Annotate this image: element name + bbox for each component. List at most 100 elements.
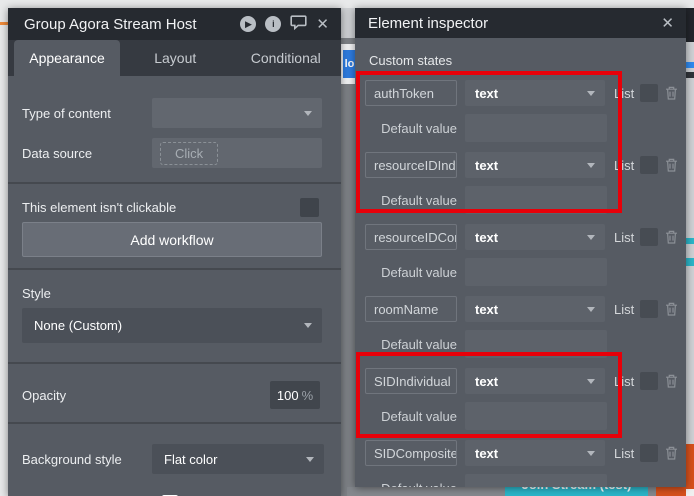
chevron-down-icon bbox=[587, 163, 595, 168]
element-inspector-panel: Element inspector ✕ Custom states authTo… bbox=[355, 8, 686, 487]
data-source-click-button[interactable]: Click bbox=[160, 142, 218, 165]
canvas-edge-cyan-mark bbox=[686, 238, 694, 244]
canvas-edge bbox=[686, 42, 694, 496]
opacity-unit: % bbox=[302, 388, 314, 403]
custom-state-row: SIDComposite text List bbox=[365, 440, 686, 466]
opacity-row: Opacity 100 % bbox=[8, 380, 341, 410]
default-value-input[interactable] bbox=[465, 258, 607, 286]
state-name-input[interactable]: authToken bbox=[365, 80, 457, 106]
type-of-content-row: Type of content bbox=[8, 98, 341, 128]
comment-icon[interactable] bbox=[290, 15, 307, 34]
default-value-row: Default value bbox=[365, 186, 686, 214]
trash-icon[interactable] bbox=[664, 445, 679, 461]
state-name-input[interactable]: resourceIDComp bbox=[365, 224, 457, 250]
custom-state-group: roomName text List Default value bbox=[355, 296, 686, 358]
background-style-row: Background style Flat color bbox=[8, 444, 341, 474]
opacity-label: Opacity bbox=[8, 388, 66, 403]
default-value-input[interactable] bbox=[465, 474, 607, 487]
default-value-input[interactable] bbox=[465, 114, 607, 142]
custom-state-row: authToken text List bbox=[365, 80, 686, 106]
list-label: List bbox=[614, 302, 634, 317]
state-name-input[interactable]: SIDIndividual bbox=[365, 368, 457, 394]
custom-state-row: resourceIDIndiv text List bbox=[365, 152, 686, 178]
type-of-content-label: Type of content bbox=[8, 106, 111, 121]
canvas-edge-blue-mark bbox=[686, 62, 694, 68]
property-editor-header[interactable]: Group Agora Stream Host ▶ i ✕ bbox=[8, 8, 341, 40]
element-inspector-header[interactable]: Element inspector ✕ bbox=[355, 8, 686, 38]
list-checkbox[interactable] bbox=[640, 156, 658, 174]
chevron-down-icon bbox=[587, 91, 595, 96]
opacity-input[interactable]: 100 % bbox=[270, 381, 320, 409]
close-icon[interactable]: ✕ bbox=[661, 16, 674, 31]
trash-icon[interactable] bbox=[664, 157, 679, 173]
state-name-input[interactable]: resourceIDIndiv bbox=[365, 152, 457, 178]
default-value-row: Default value bbox=[365, 402, 686, 430]
tab-conditional[interactable]: Conditional bbox=[231, 40, 342, 76]
list-label: List bbox=[614, 374, 634, 389]
trash-icon[interactable] bbox=[664, 373, 679, 389]
panel-title: Element inspector bbox=[368, 15, 488, 32]
style-value: None (Custom) bbox=[22, 318, 122, 333]
chevron-down-icon bbox=[587, 379, 595, 384]
list-checkbox[interactable] bbox=[640, 300, 658, 318]
background-style-label: Background style bbox=[8, 452, 122, 467]
trash-icon[interactable] bbox=[664, 301, 679, 317]
chevron-down-icon bbox=[304, 111, 312, 116]
info-icon[interactable]: i bbox=[265, 16, 281, 32]
tab-layout[interactable]: Layout bbox=[120, 40, 231, 76]
background-color-row: Background color #FFFFFF bbox=[8, 488, 341, 496]
default-value-input[interactable] bbox=[465, 402, 607, 430]
list-checkbox[interactable] bbox=[640, 444, 658, 462]
default-value-label: Default value bbox=[365, 193, 457, 208]
custom-state-group: SIDIndividual text List Default value bbox=[355, 368, 686, 430]
trash-icon[interactable] bbox=[664, 85, 679, 101]
default-value-row: Default value bbox=[365, 474, 686, 487]
style-label-row: Style bbox=[8, 283, 341, 303]
state-type-dropdown[interactable]: text bbox=[465, 80, 605, 106]
default-value-input[interactable] bbox=[465, 186, 607, 214]
divider bbox=[8, 182, 341, 184]
custom-state-row: SIDIndividual text List bbox=[365, 368, 686, 394]
chevron-down-icon bbox=[306, 457, 314, 462]
canvas-edge-dark bbox=[686, 8, 694, 42]
state-name-input[interactable]: roomName bbox=[365, 296, 457, 322]
state-type-value: text bbox=[465, 374, 498, 389]
style-dropdown[interactable]: None (Custom) bbox=[22, 308, 322, 343]
state-type-value: text bbox=[465, 86, 498, 101]
state-type-dropdown[interactable]: text bbox=[465, 152, 605, 178]
close-icon[interactable]: ✕ bbox=[316, 17, 329, 32]
default-value-row: Default value bbox=[365, 114, 686, 142]
property-editor-panel: Group Agora Stream Host ▶ i ✕ Appearance… bbox=[8, 8, 341, 496]
clickable-checkbox[interactable] bbox=[300, 198, 319, 217]
state-type-value: text bbox=[465, 158, 498, 173]
background-style-dropdown[interactable]: Flat color bbox=[152, 444, 324, 474]
state-name-input[interactable]: SIDComposite bbox=[365, 440, 457, 466]
type-of-content-dropdown[interactable] bbox=[152, 98, 322, 128]
list-checkbox[interactable] bbox=[640, 372, 658, 390]
custom-state-group: SIDComposite text List Default value bbox=[355, 440, 686, 487]
state-type-dropdown[interactable]: text bbox=[465, 296, 605, 322]
add-workflow-button[interactable]: Add workflow bbox=[22, 222, 322, 257]
default-value-label: Default value bbox=[365, 121, 457, 136]
style-label: Style bbox=[8, 286, 51, 301]
list-label: List bbox=[614, 230, 634, 245]
trash-icon[interactable] bbox=[664, 229, 679, 245]
state-type-dropdown[interactable]: text bbox=[465, 224, 605, 250]
data-source-field[interactable]: Click bbox=[152, 138, 322, 168]
state-type-dropdown[interactable]: text bbox=[465, 368, 605, 394]
list-label: List bbox=[614, 158, 634, 173]
default-value-input[interactable] bbox=[465, 330, 607, 358]
list-checkbox[interactable] bbox=[640, 84, 658, 102]
divider bbox=[8, 422, 341, 424]
canvas-bottom-corner bbox=[686, 489, 694, 496]
state-type-dropdown[interactable]: text bbox=[465, 440, 605, 466]
custom-state-group: authToken text List Default value bbox=[355, 80, 686, 142]
tab-appearance[interactable]: Appearance bbox=[14, 40, 120, 76]
clickable-row: This element isn't clickable bbox=[8, 192, 341, 222]
default-value-row: Default value bbox=[365, 330, 686, 358]
panel-title: Group Agora Stream Host bbox=[24, 16, 197, 33]
tab-bar: Appearance Layout Conditional bbox=[8, 40, 341, 76]
list-checkbox[interactable] bbox=[640, 228, 658, 246]
data-source-row: Data source Click bbox=[8, 138, 341, 168]
play-icon[interactable]: ▶ bbox=[240, 16, 256, 32]
